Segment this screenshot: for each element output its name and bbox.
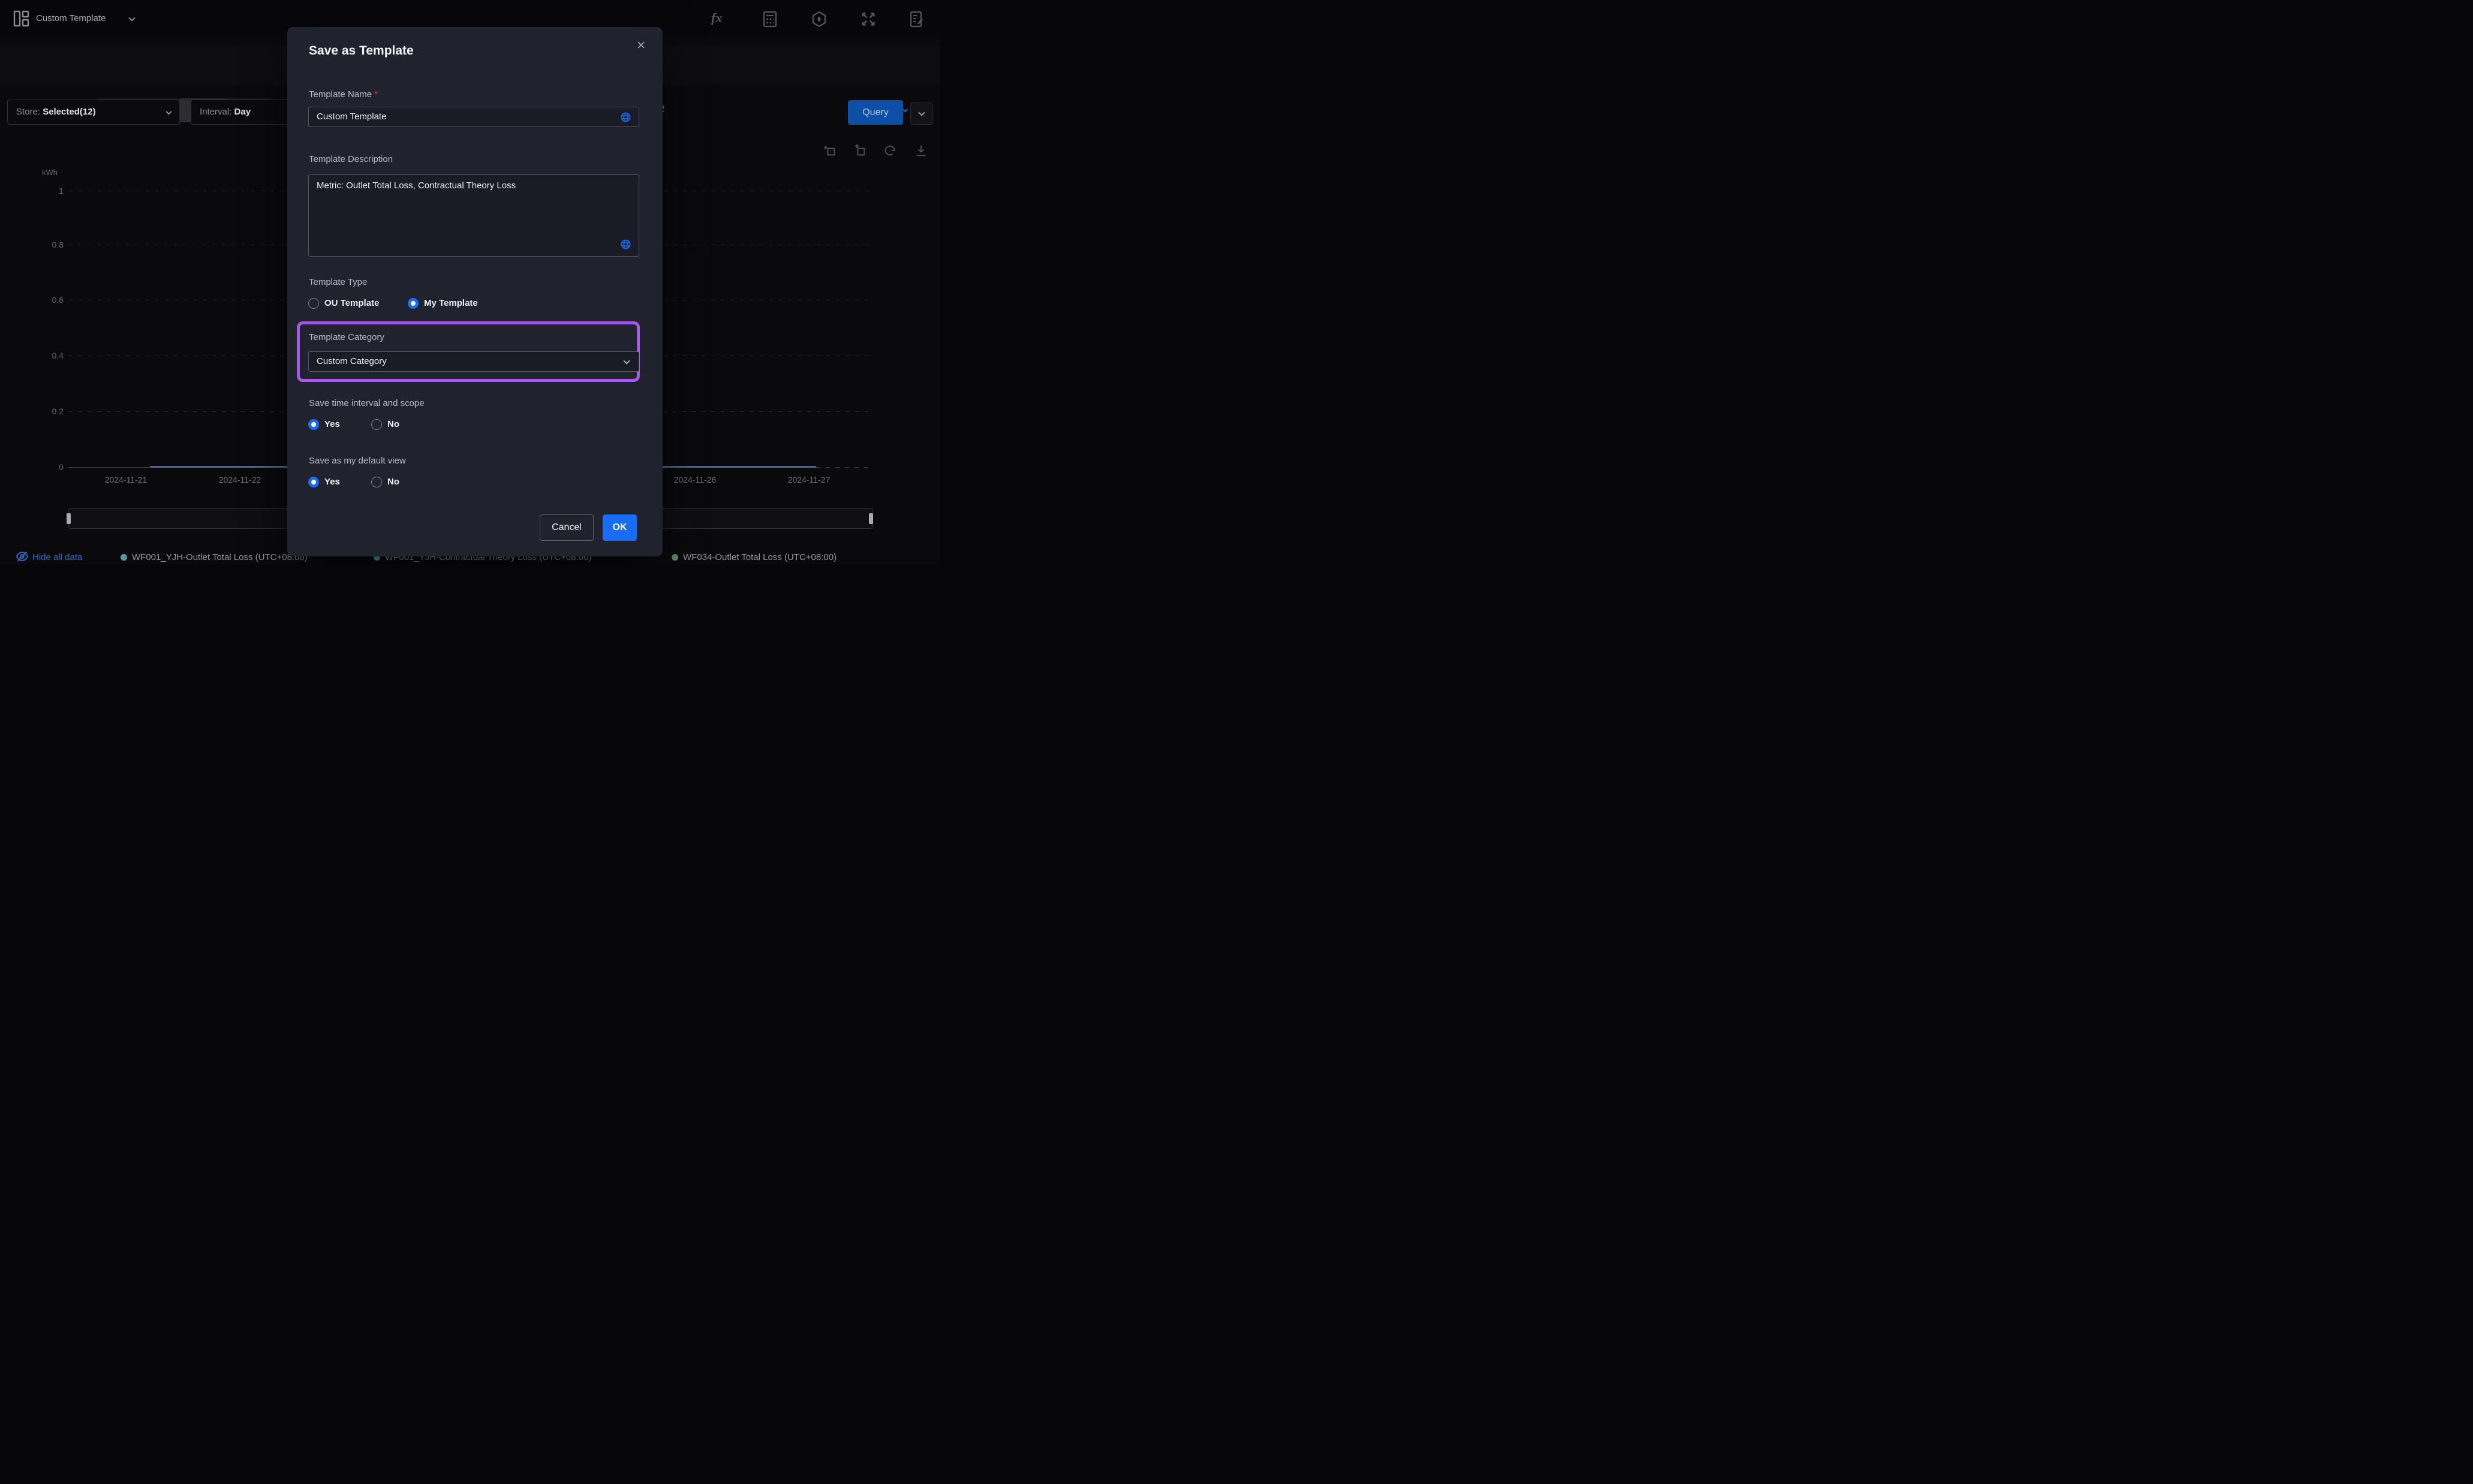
calculator-icon[interactable]: [762, 11, 778, 28]
radio-save-scope-yes-label[interactable]: Yes: [324, 419, 340, 429]
chevron-down-icon: [902, 107, 908, 113]
radio-save-default-no[interactable]: [371, 477, 382, 487]
chevron-down-icon: [623, 357, 630, 364]
x-tick: 2024-11-27: [767, 475, 851, 484]
store-dropdown[interactable]: Store: Selected(12): [7, 100, 180, 125]
radio-save-scope-yes[interactable]: [308, 419, 319, 430]
save-scope-label: Save time interval and scope: [309, 398, 425, 408]
ok-button[interactable]: OK: [603, 514, 637, 541]
refresh-icon[interactable]: [883, 144, 896, 157]
close-icon[interactable]: ✕: [636, 40, 646, 52]
legend-item[interactable]: WF001_YJH-Outlet Total Loss (UTC+08:00): [132, 552, 308, 562]
hide-all-data-link[interactable]: Hide all data: [32, 552, 82, 562]
radio-save-default-yes[interactable]: [308, 477, 319, 487]
x-axis-line-dashed: [816, 467, 873, 468]
crop-back-icon[interactable]: [853, 144, 867, 157]
radio-save-default-no-label[interactable]: No: [387, 477, 399, 487]
template-description-value: Metric: Outlet Total Loss, Contractual T…: [317, 180, 516, 191]
template-name-input[interactable]: Custom Template: [308, 107, 639, 127]
modal-title: Save as Template: [309, 44, 414, 58]
fullscreen-icon[interactable]: [861, 11, 876, 28]
chevron-down-icon: [166, 109, 172, 115]
eye-off-icon[interactable]: [16, 550, 29, 563]
template-category-select[interactable]: Custom Category: [308, 351, 639, 372]
radio-my-template[interactable]: [408, 298, 419, 309]
interval-dropdown-value: Day: [234, 107, 251, 117]
y-tick: 0.6: [24, 295, 64, 305]
store-dropdown-value: Selected(12): [43, 107, 95, 117]
template-type-label: Template Type: [309, 277, 367, 287]
chevron-down-icon: [918, 109, 925, 116]
radio-save-scope-no[interactable]: [371, 419, 382, 430]
chevron-down-icon[interactable]: [128, 14, 135, 21]
page-title: Custom Template: [36, 13, 106, 23]
datazoom-left-handle[interactable]: [67, 513, 71, 524]
radio-ou-template[interactable]: [308, 298, 319, 309]
y-tick: 0.8: [24, 240, 64, 249]
interval-dropdown-label: Interval:: [200, 107, 231, 117]
legend-dot[interactable]: [121, 554, 127, 561]
crop-add-icon[interactable]: [823, 144, 837, 157]
query-caret-button[interactable]: [910, 103, 933, 125]
y-tick: 0.2: [24, 407, 64, 416]
template-description-label: Template Description: [309, 154, 393, 164]
store-dropdown-label: Store:: [16, 107, 40, 117]
y-axis-unit: kWh: [42, 168, 58, 177]
radio-ou-template-label[interactable]: OU Template: [324, 298, 379, 308]
x-tick: 2024-11-26: [653, 475, 737, 484]
app-root: Custom Template fx Chart Scope:: [0, 0, 940, 564]
y-tick: 0: [24, 462, 64, 472]
save-default-label: Save as my default view: [309, 456, 406, 466]
radio-my-template-label[interactable]: My Template: [424, 298, 478, 308]
hexagon-icon[interactable]: [811, 11, 827, 28]
template-category-value: Custom Category: [317, 356, 387, 366]
download-icon[interactable]: [914, 144, 928, 157]
cancel-button[interactable]: Cancel: [540, 514, 594, 541]
datazoom-right-handle[interactable]: [869, 513, 873, 524]
template-description-textarea[interactable]: Metric: Outlet Total Loss, Contractual T…: [308, 174, 639, 257]
globe-icon[interactable]: [620, 112, 631, 123]
y-tick: 1: [24, 186, 64, 195]
formula-icon[interactable]: fx: [711, 10, 722, 26]
save-as-template-modal: ✕ Save as Template Template Name* Custom…: [287, 27, 663, 556]
query-button[interactable]: Query: [848, 100, 903, 125]
x-axis-line: [68, 467, 150, 468]
x-tick: 2024-11-21: [84, 475, 168, 484]
template-name-value: Custom Template: [317, 112, 386, 122]
layout-icon[interactable]: [13, 10, 30, 28]
required-mark: *: [374, 89, 378, 100]
legend-item[interactable]: WF034-Outlet Total Loss (UTC+08:00): [683, 552, 837, 562]
globe-icon[interactable]: [620, 239, 631, 250]
legend-dot[interactable]: [672, 554, 678, 561]
report-icon[interactable]: [908, 11, 924, 28]
template-category-label: Template Category: [309, 332, 384, 342]
y-tick: 0.4: [24, 351, 64, 360]
x-tick: 2024-11-22: [198, 475, 282, 484]
radio-save-default-yes-label[interactable]: Yes: [324, 477, 340, 487]
radio-save-scope-no-label[interactable]: No: [387, 419, 399, 429]
template-name-label: Template Name*: [309, 89, 378, 100]
